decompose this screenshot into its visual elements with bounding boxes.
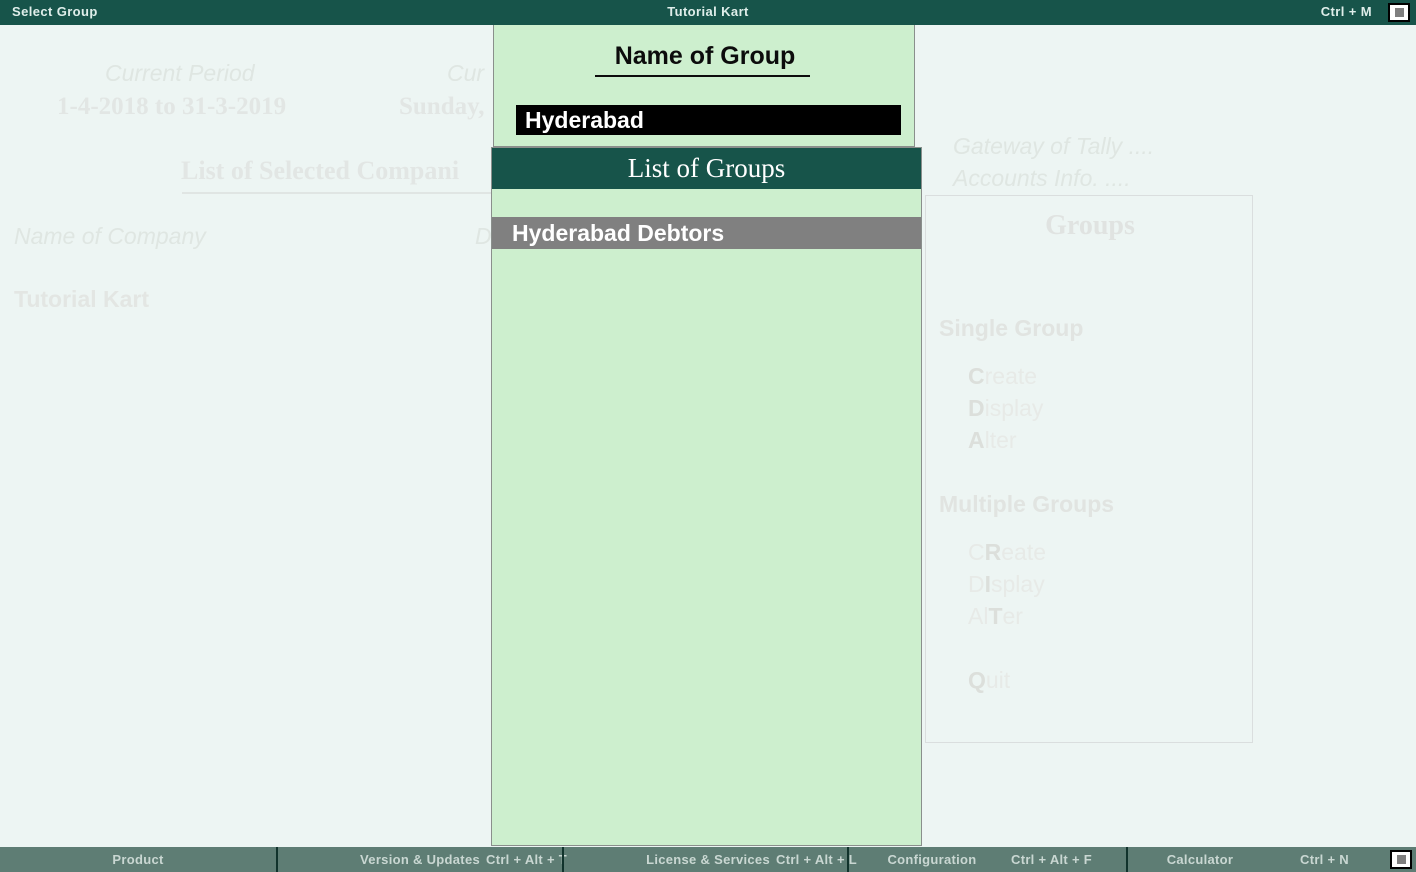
current-date-value: Sunday, [399,93,485,121]
groups-menu-title: Groups [926,210,1254,242]
bottom-separator-1 [276,847,278,872]
bottom-shortcut-configuration: Ctrl + Alt + F [1011,847,1092,872]
name-of-company-column-header: Name of Company [14,223,206,250]
bottom-separator-2 [562,847,564,872]
menu-item-single-alter[interactable]: Alter [968,427,1017,454]
bottom-shortcut-license-services: Ctrl + Alt + L [776,847,857,872]
current-date-label: Cur [447,60,484,87]
menu-item-single-create[interactable]: Create [968,363,1037,390]
multiple-groups-heading: Multiple Groups [939,491,1114,518]
list-of-groups-panel: List of Groups Hyderabad Debtors [491,147,922,846]
menu-item-single-display[interactable]: Display [968,395,1043,422]
bottom-shortcut-version-updates: Ctrl + Alt + T [486,847,567,872]
tally-app-window: Select Group Tutorial Kart Ctrl + M Curr… [0,0,1416,872]
bottom-shortcut-calculator: Ctrl + N [1300,847,1349,872]
list-of-groups-header: List of Groups [492,148,921,189]
name-of-group-input[interactable]: Hyderabad [516,105,901,135]
current-period-label: Current Period [105,60,255,87]
date-column-header: D [475,223,492,250]
maximize-icon[interactable] [1388,3,1410,22]
menu-item-quit[interactable]: Quit [968,667,1010,694]
bottom-button-configuration[interactable]: Configuration [858,847,1006,872]
current-period-value: 1-4-2018 to 31-3-2019 [57,93,286,121]
menu-item-multi-display[interactable]: DIsplay [968,571,1045,598]
selected-companies-rule [182,192,512,194]
bottom-button-calculator[interactable]: Calculator [1140,847,1260,872]
menu-item-multi-alter[interactable]: AlTer [968,603,1023,630]
list-item[interactable]: Hyderabad Debtors [492,217,921,249]
menu-item-multi-create[interactable]: CReate [968,539,1046,566]
selected-companies-heading: List of Selected Compani [181,156,459,186]
title-bar: Select Group Tutorial Kart Ctrl + M [0,0,1416,25]
bottom-button-version-updates[interactable]: Version & Updates [290,847,480,872]
name-of-group-label: Name of Group [494,42,916,71]
name-of-group-underline [595,75,810,77]
single-group-heading: Single Group [939,315,1083,342]
maximize-icon[interactable] [1390,850,1412,869]
breadcrumb-gateway: Gateway of Tally .... [953,133,1154,160]
company-row-name: Tutorial Kart [14,286,149,313]
company-title: Tutorial Kart [0,4,1416,19]
list-of-groups-blank-row [492,189,921,217]
breadcrumb-accounts-info: Accounts Info. .... [953,165,1131,192]
bottom-button-bar: Product Version & Updates Ctrl + Alt + T… [0,847,1416,872]
bottom-button-product[interactable]: Product [0,847,276,872]
name-of-group-panel: Name of Group Hyderabad [493,25,915,147]
minimize-shortcut: Ctrl + M [1321,4,1372,19]
groups-menu-panel: Groups Single Group Create Display Alter… [925,195,1253,743]
bottom-button-license-services[interactable]: License & Services [576,847,770,872]
bottom-separator-4 [1126,847,1128,872]
bottom-separator-3 [847,847,849,872]
